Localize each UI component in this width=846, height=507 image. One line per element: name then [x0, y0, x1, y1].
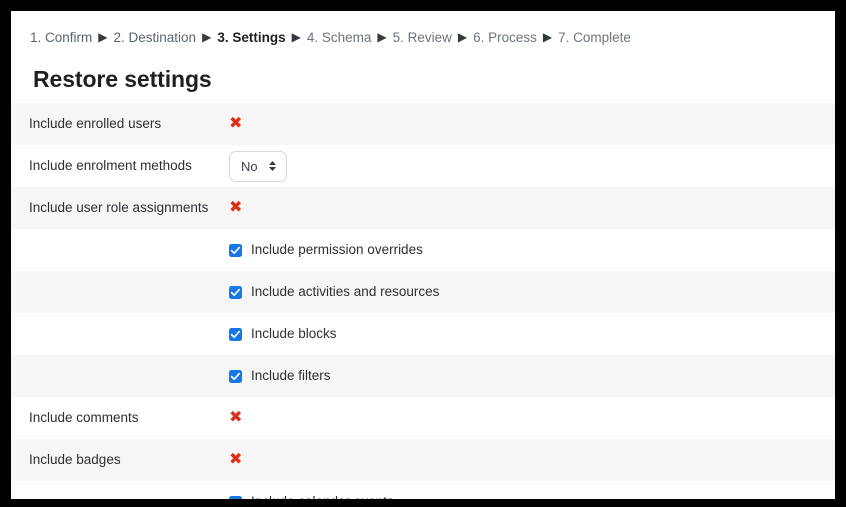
- setting-row: Include enrolled users ✖: [11, 103, 835, 145]
- breadcrumb-separator-icon: ▶: [98, 30, 108, 44]
- checkbox-checked-icon[interactable]: [229, 243, 242, 257]
- restore-settings-list: Include enrolled users ✖ Include enrolment…: [11, 103, 835, 499]
- checkbox-checked-icon[interactable]: [229, 285, 242, 299]
- setting-row: Include filters: [11, 355, 835, 397]
- setting-row: Include user role assignments ✖: [11, 187, 835, 229]
- setting-checkbox-group[interactable]: Include calendar events: [229, 493, 394, 499]
- setting-control: Include filters: [229, 367, 835, 385]
- locked-x-icon: ✖: [229, 449, 243, 468]
- setting-checkbox-group[interactable]: Include activities and resources: [229, 283, 439, 301]
- breadcrumb-separator-icon: ▶: [202, 30, 212, 44]
- setting-control: Include blocks: [229, 325, 835, 343]
- checkbox-label: Include filters: [251, 368, 331, 383]
- breadcrumb-step-3: 3. Settings: [217, 30, 286, 45]
- page-viewport: 1. Confirm ▶ 2. Destination ▶ 3. Settings ▶ 4.…: [11, 11, 835, 499]
- locked-x-icon: ✖: [229, 113, 243, 132]
- setting-label: Include enrolment methods: [29, 158, 192, 173]
- setting-row: Include badges ✖: [11, 439, 835, 481]
- breadcrumb-separator-icon: ▶: [291, 30, 301, 44]
- setting-checkbox-group[interactable]: Include blocks: [229, 325, 337, 343]
- setting-row: Include blocks: [11, 313, 835, 355]
- setting-control: ✖: [229, 449, 835, 468]
- checkbox-label: Include activities and resources: [251, 284, 440, 299]
- breadcrumb-separator-icon: ▶: [377, 30, 387, 44]
- checkbox-checked-icon[interactable]: [229, 495, 242, 499]
- checkbox-checked-icon[interactable]: [229, 369, 242, 383]
- breadcrumb-step-4[interactable]: 4. Schema: [307, 28, 372, 48]
- breadcrumb: 1. Confirm ▶ 2. Destination ▶ 3. Settings ▶ 4.…: [30, 28, 631, 48]
- setting-control: Include calendar events: [229, 493, 835, 499]
- breadcrumb-step-7[interactable]: 7. Complete: [558, 28, 631, 48]
- setting-label: Include comments: [29, 410, 139, 425]
- window-frame: 1. Confirm ▶ 2. Destination ▶ 3. Settings ▶ 4.…: [0, 0, 846, 507]
- setting-control: Include permission overrides: [229, 241, 835, 259]
- setting-row: Include comments ✖: [11, 397, 835, 439]
- breadcrumb-step-6[interactable]: 6. Process: [473, 28, 537, 48]
- breadcrumb-step-2[interactable]: 2. Destination: [114, 28, 197, 48]
- setting-row: Include enrolment methods No: [11, 145, 835, 187]
- checkbox-label: Include calendar events: [251, 493, 394, 499]
- setting-control: ✖: [229, 113, 835, 132]
- checkbox-label: Include blocks: [251, 326, 337, 341]
- checkbox-checked-icon[interactable]: [229, 327, 242, 341]
- setting-checkbox-group[interactable]: Include permission overrides: [229, 241, 423, 259]
- setting-control: Include activities and resources: [229, 283, 835, 301]
- setting-control: ✖: [229, 197, 835, 216]
- setting-checkbox-group[interactable]: Include filters: [229, 367, 331, 385]
- setting-row: Include calendar events: [11, 481, 835, 499]
- breadcrumb-step-1[interactable]: 1. Confirm: [30, 28, 92, 48]
- locked-x-icon: ✖: [229, 407, 243, 426]
- setting-label: Include enrolled users: [29, 116, 162, 131]
- breadcrumb-separator-icon: ▶: [457, 30, 468, 44]
- locked-x-icon: ✖: [229, 197, 243, 216]
- enrolment-methods-select[interactable]: No: [229, 150, 287, 182]
- breadcrumb-step-5[interactable]: 5. Review: [393, 28, 452, 48]
- setting-row: Include activities and resources: [11, 271, 835, 313]
- select-value: No: [241, 158, 258, 174]
- setting-control: No: [229, 150, 835, 182]
- setting-label: Include user role assignments: [29, 200, 209, 215]
- setting-row: Include permission overrides: [11, 229, 835, 271]
- setting-label: Include badges: [29, 452, 121, 467]
- breadcrumb-separator-icon: ▶: [542, 30, 553, 44]
- select-updown-icon: [268, 159, 277, 173]
- page-title: Restore settings: [33, 66, 212, 92]
- checkbox-label: Include permission overrides: [251, 242, 423, 257]
- setting-control: ✖: [229, 407, 835, 426]
